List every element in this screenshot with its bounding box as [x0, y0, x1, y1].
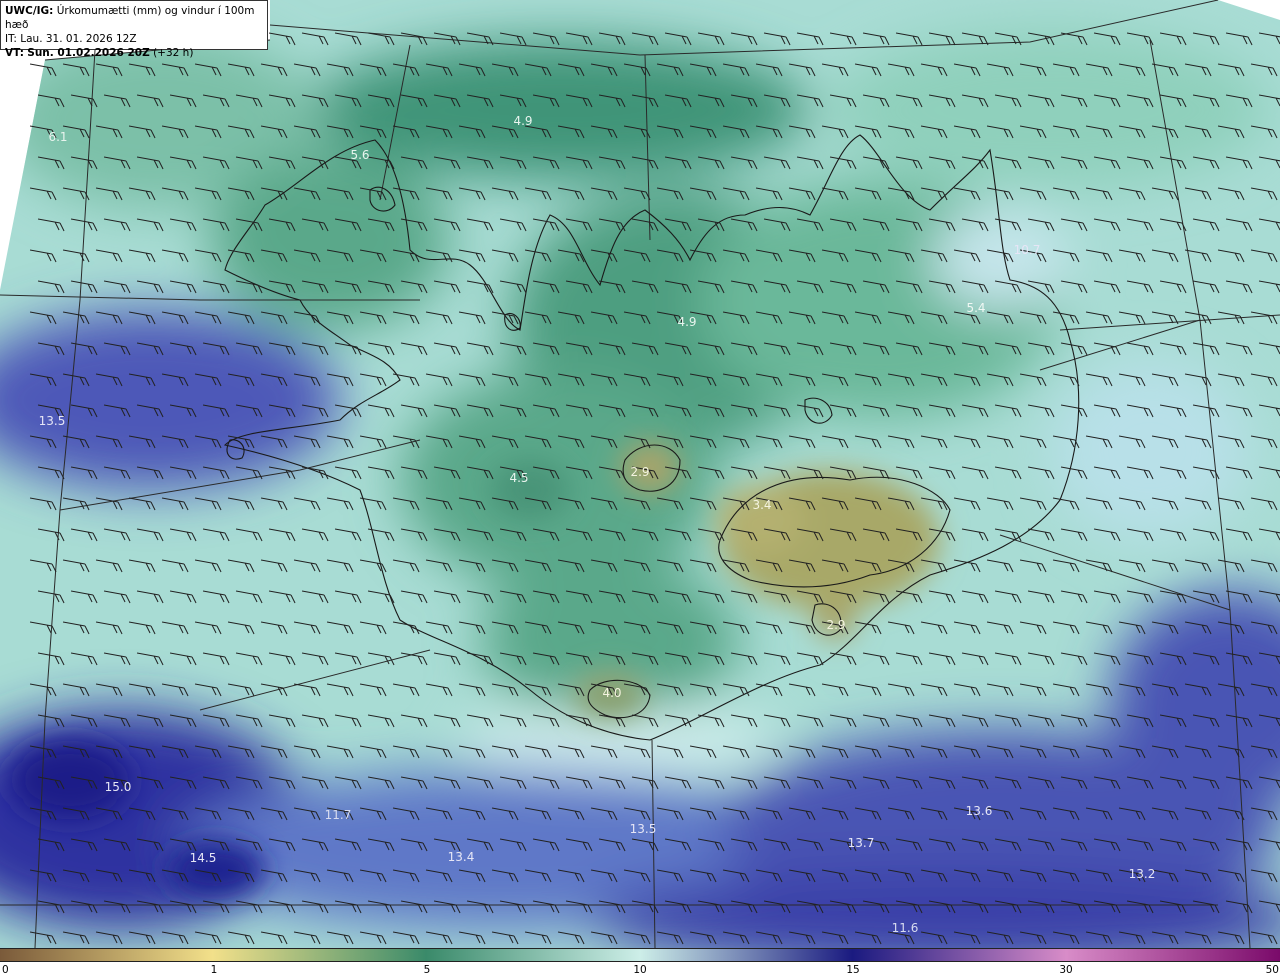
value-label: 4.0 — [602, 686, 621, 700]
init-prefix: IT: — [5, 33, 17, 45]
valid-prefix: VT: — [5, 47, 24, 59]
value-label: 2.9 — [826, 618, 845, 632]
value-label: 5.6 — [350, 148, 369, 162]
value-label: 10.7 — [1014, 243, 1041, 257]
value-label: 5.4 — [966, 301, 985, 315]
value-label: 3.4 — [752, 498, 771, 512]
value-label: 13.4 — [448, 850, 475, 864]
value-label: 11.6 — [892, 921, 919, 935]
value-label: 13.5 — [630, 822, 657, 836]
map-info-box: UWC/IG: Úrkomumætti (mm) og vindur í 100… — [0, 0, 268, 59]
value-label: 2.9 — [630, 465, 649, 479]
value-label: 11.7 — [325, 808, 352, 822]
colorbar-tick: 15 — [846, 964, 860, 976]
value-label: 14.5 — [190, 851, 217, 865]
title-line: UWC/IG: Úrkomumætti (mm) og vindur í 100… — [5, 4, 263, 32]
valid-time-line: VT: Sun. 01.02.2026 20Z (+32 h) — [5, 46, 263, 60]
value-label: 13.6 — [966, 804, 993, 818]
value-label: 13.7 — [848, 836, 875, 850]
init-time-line: IT: Lau. 31. 01. 2026 12Z — [5, 32, 263, 46]
valid-time: Sun. 01.02.2026 20Z — [27, 47, 150, 59]
value-label: 4.9 — [677, 315, 696, 329]
init-time: Lau. 31. 01. 2026 12Z — [20, 33, 137, 45]
model-name: UWC/IG: — [5, 5, 54, 17]
precipitable-water-map: 6.1 5.6 4.9 10.7 5.4 4.9 13.5 4.5 2.9 3.… — [0, 0, 1280, 948]
value-label: 4.9 — [513, 114, 532, 128]
colorbar-tick: 50 — [1265, 964, 1279, 976]
colorbar-tick: 5 — [423, 964, 431, 976]
value-label: 13.2 — [1129, 867, 1156, 881]
lead-time: (+32 h) — [153, 47, 194, 59]
colorbar-tick: 10 — [633, 964, 647, 976]
value-label: 13.5 — [39, 414, 66, 428]
colorbar-tick: 30 — [1059, 964, 1073, 976]
colorbar-tick: 1 — [210, 964, 218, 976]
value-label: 4.5 — [509, 471, 528, 485]
colorbar-tick: 0 — [2, 964, 9, 976]
colorbar-strip — [0, 948, 1280, 962]
value-label: 6.1 — [48, 130, 67, 144]
colorbar: 0 1 5 10 15 30 50 — [0, 948, 1280, 978]
value-label: 15.0 — [105, 780, 132, 794]
